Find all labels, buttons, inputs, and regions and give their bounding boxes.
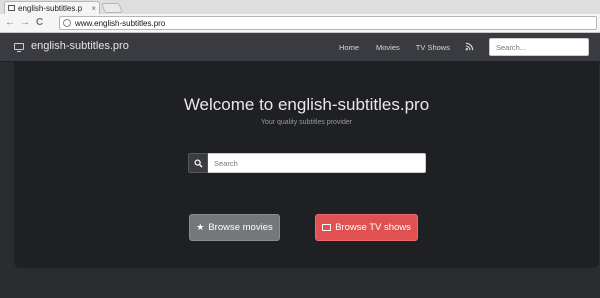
search-icon[interactable] bbox=[188, 153, 208, 173]
browse-movies-button[interactable]: ★ Browse movies bbox=[189, 214, 280, 241]
hero-search-group bbox=[188, 153, 426, 173]
browser-tab[interactable]: english-subtitles.p × bbox=[4, 1, 100, 14]
tab-title: english-subtitles.p bbox=[18, 3, 83, 13]
site-navbar: english-subtitles.pro Home Movies TV Sho… bbox=[0, 33, 600, 62]
brand[interactable]: english-subtitles.pro bbox=[14, 40, 129, 52]
page-info-icon[interactable] bbox=[63, 19, 71, 27]
reload-icon[interactable]: C bbox=[36, 17, 43, 29]
nav-links: Home Movies TV Shows bbox=[330, 33, 474, 62]
rss-icon[interactable] bbox=[465, 42, 474, 53]
close-icon[interactable]: × bbox=[91, 4, 96, 13]
hero-title: Welcome to english-subtitles.pro bbox=[183, 95, 430, 114]
page-icon bbox=[8, 5, 15, 11]
forward-icon[interactable]: → bbox=[20, 17, 30, 29]
tv-icon bbox=[322, 224, 332, 231]
nav-search-input[interactable] bbox=[489, 38, 589, 56]
nav-link-home[interactable]: Home bbox=[339, 43, 359, 52]
hero-search-input[interactable] bbox=[208, 153, 426, 173]
browse-tv-shows-button[interactable]: Browse TV shows bbox=[315, 214, 418, 241]
browse-tv-label: Browse TV shows bbox=[335, 222, 411, 233]
nav-link-tv-shows[interactable]: TV Shows bbox=[416, 43, 450, 52]
new-tab-button[interactable] bbox=[101, 3, 123, 13]
browser-toolbar: ← → C www.english-subtitles.pro bbox=[0, 14, 600, 33]
brand-text: english-subtitles.pro bbox=[31, 40, 129, 52]
url-text: www.english-subtitles.pro bbox=[75, 18, 166, 28]
hero-panel: Welcome to english-subtitles.pro Your qu… bbox=[14, 62, 599, 268]
star-icon: ★ bbox=[196, 222, 205, 232]
browser-tabstrip: english-subtitles.p × bbox=[0, 0, 600, 14]
page-bottom bbox=[0, 268, 600, 298]
browse-movies-label: Browse movies bbox=[208, 222, 273, 233]
back-icon[interactable]: ← bbox=[5, 17, 15, 29]
monitor-icon bbox=[14, 42, 24, 52]
nav-link-movies[interactable]: Movies bbox=[376, 43, 400, 52]
address-bar[interactable]: www.english-subtitles.pro bbox=[59, 16, 597, 30]
hero-subtitle: Your quality subtitles provider bbox=[260, 119, 353, 126]
